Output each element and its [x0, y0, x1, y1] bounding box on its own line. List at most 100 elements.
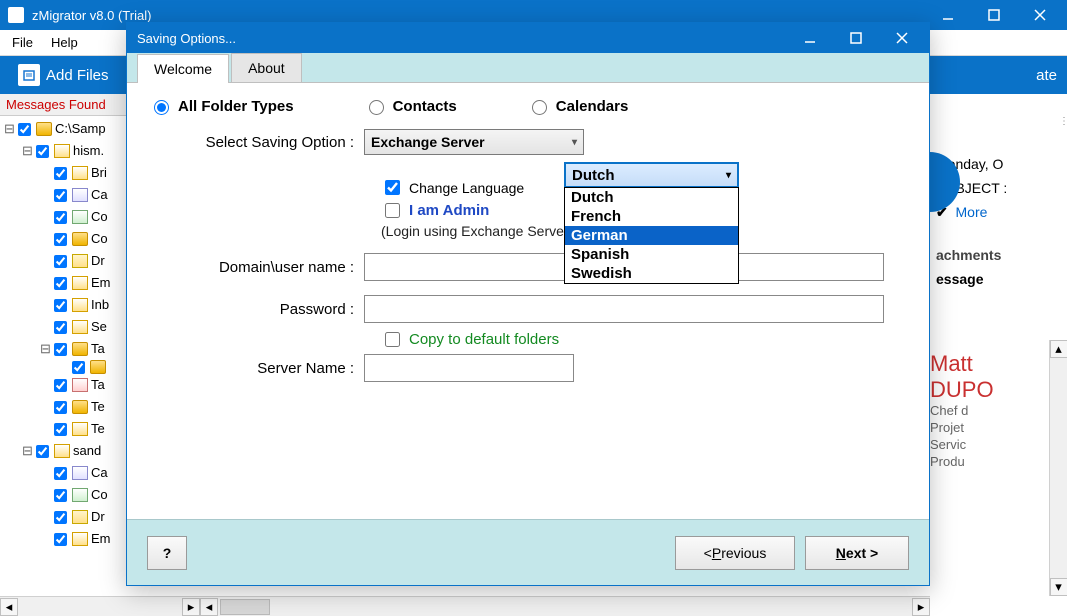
change-language-checkbox[interactable]	[385, 180, 400, 195]
tree-checkbox[interactable]	[54, 167, 67, 180]
scroll-right-icon[interactable]: ▸	[182, 598, 200, 616]
tree-checkbox[interactable]	[54, 467, 67, 480]
tree-label: Ca	[91, 184, 108, 206]
language-option[interactable]: German	[565, 226, 738, 245]
tree-twist-icon[interactable]: ⊟	[4, 118, 15, 140]
toolbar-right-button[interactable]: ate	[1026, 61, 1067, 89]
main-hscrollbar[interactable]: ◂ ▸	[200, 596, 930, 616]
mail-icon	[54, 144, 70, 158]
add-files-button[interactable]: Add Files	[8, 61, 119, 89]
scroll-left-icon[interactable]: ◂	[0, 598, 18, 616]
tab-about[interactable]: About	[231, 53, 302, 82]
radio-all-input[interactable]	[154, 100, 169, 115]
dialog-tabstrip: Welcome About	[127, 53, 929, 83]
preview-more-label: More	[956, 204, 988, 220]
i-am-admin-checkbox[interactable]	[385, 203, 400, 218]
language-dropdown-list[interactable]: DutchFrenchGermanSpanishSwedish	[564, 187, 739, 284]
radio-calendars[interactable]: Calendars	[527, 97, 629, 115]
language-option[interactable]: Spanish	[565, 245, 738, 264]
saving-option-value: Exchange Server	[371, 134, 485, 150]
tree-checkbox[interactable]	[72, 361, 85, 374]
next-underline: N	[836, 545, 846, 561]
saving-option-combo[interactable]: Exchange Server ▾	[364, 129, 584, 155]
password-label: Password :	[149, 301, 364, 318]
tree-label: Ca	[91, 462, 108, 484]
tree-checkbox[interactable]	[54, 343, 67, 356]
radio-contacts[interactable]: Contacts	[364, 97, 457, 115]
tree-checkbox[interactable]	[54, 211, 67, 224]
tree-checkbox[interactable]	[54, 401, 67, 414]
chevron-down-icon: ▾	[572, 137, 577, 148]
preview-message: essage	[930, 267, 1067, 291]
scroll-right-icon[interactable]: ▸	[912, 598, 930, 616]
radio-contacts-input[interactable]	[369, 100, 384, 115]
add-files-icon	[18, 64, 40, 86]
dialog-titlebar: Saving Options...	[127, 23, 929, 53]
tree-twist-icon[interactable]: ⊟	[40, 338, 51, 360]
tree-checkbox[interactable]	[18, 123, 31, 136]
radio-all-folder-types[interactable]: All Folder Types	[149, 97, 294, 115]
password-input[interactable]	[364, 295, 884, 323]
preview-pane: Monday, O SUBJECT : ✔ More achments essa…	[930, 94, 1067, 596]
tree-label: Te	[91, 418, 105, 440]
tree-checkbox[interactable]	[36, 445, 49, 458]
maximize-button[interactable]	[971, 0, 1017, 30]
dialog-maximize-button[interactable]	[833, 23, 879, 53]
tree-checkbox[interactable]	[54, 299, 67, 312]
tree-twist-icon[interactable]: ⊟	[22, 140, 33, 162]
tree-twist-icon[interactable]: ⊟	[22, 440, 33, 462]
copy-default-label: Copy to default folders	[409, 331, 559, 348]
tree-checkbox[interactable]	[36, 145, 49, 158]
tree-hscrollbar[interactable]: ◂ ▸	[0, 596, 200, 616]
tree-label: C:\Samp	[55, 118, 106, 140]
help-button[interactable]: ?	[147, 536, 187, 570]
menu-file[interactable]: File	[12, 35, 33, 50]
language-option[interactable]: French	[565, 207, 738, 226]
tree-checkbox[interactable]	[54, 511, 67, 524]
previous-lt: <	[704, 545, 712, 561]
note-icon	[72, 254, 88, 268]
radio-calendars-label: Calendars	[556, 98, 629, 115]
scroll-left-icon[interactable]: ◂	[200, 598, 218, 616]
tab-welcome[interactable]: Welcome	[137, 54, 229, 83]
server-name-label: Server Name :	[149, 360, 364, 377]
close-button[interactable]	[1017, 0, 1063, 30]
tree-label: hism.	[73, 140, 104, 162]
dialog-minimize-button[interactable]	[787, 23, 833, 53]
next-button[interactable]: Next >	[805, 536, 909, 570]
copy-default-checkbox[interactable]	[385, 332, 400, 347]
minimize-button[interactable]	[925, 0, 971, 30]
tree-checkbox[interactable]	[54, 233, 67, 246]
contact-icon	[72, 488, 88, 502]
scroll-thumb[interactable]	[220, 599, 270, 615]
radio-calendars-input[interactable]	[532, 100, 547, 115]
tree-checkbox[interactable]	[54, 533, 67, 546]
dialog-close-button[interactable]	[879, 23, 925, 53]
tree-label: Dr	[91, 250, 105, 272]
previous-button[interactable]: < Previous	[675, 536, 795, 570]
radio-contacts-label: Contacts	[393, 98, 457, 115]
tree-label: Ta	[91, 374, 105, 396]
language-option[interactable]: Swedish	[565, 264, 738, 283]
scroll-down-icon[interactable]: ▾	[1050, 578, 1067, 596]
language-option[interactable]: Dutch	[565, 188, 738, 207]
tree-label: Bri	[91, 162, 107, 184]
language-combo[interactable]: Dutch ▾	[564, 162, 739, 188]
tree-checkbox[interactable]	[54, 321, 67, 334]
tree-checkbox[interactable]	[54, 189, 67, 202]
tree-checkbox[interactable]	[54, 379, 67, 392]
tree-checkbox[interactable]	[54, 423, 67, 436]
tree-label: Ta	[91, 338, 105, 360]
toolbar-right-label: ate	[1036, 67, 1057, 84]
task-icon	[72, 378, 88, 392]
tree-checkbox[interactable]	[54, 489, 67, 502]
app-icon	[8, 7, 24, 23]
tree-checkbox[interactable]	[54, 277, 67, 290]
preview-vscrollbar[interactable]: ▴ ▾	[1049, 340, 1067, 596]
server-name-input[interactable]	[364, 354, 574, 382]
menu-help[interactable]: Help	[51, 35, 78, 50]
scroll-up-icon[interactable]: ▴	[1050, 340, 1067, 358]
add-files-label: Add Files	[46, 67, 109, 84]
dialog-body: All Folder Types Contacts Calendars Sele…	[127, 83, 929, 519]
tree-checkbox[interactable]	[54, 255, 67, 268]
